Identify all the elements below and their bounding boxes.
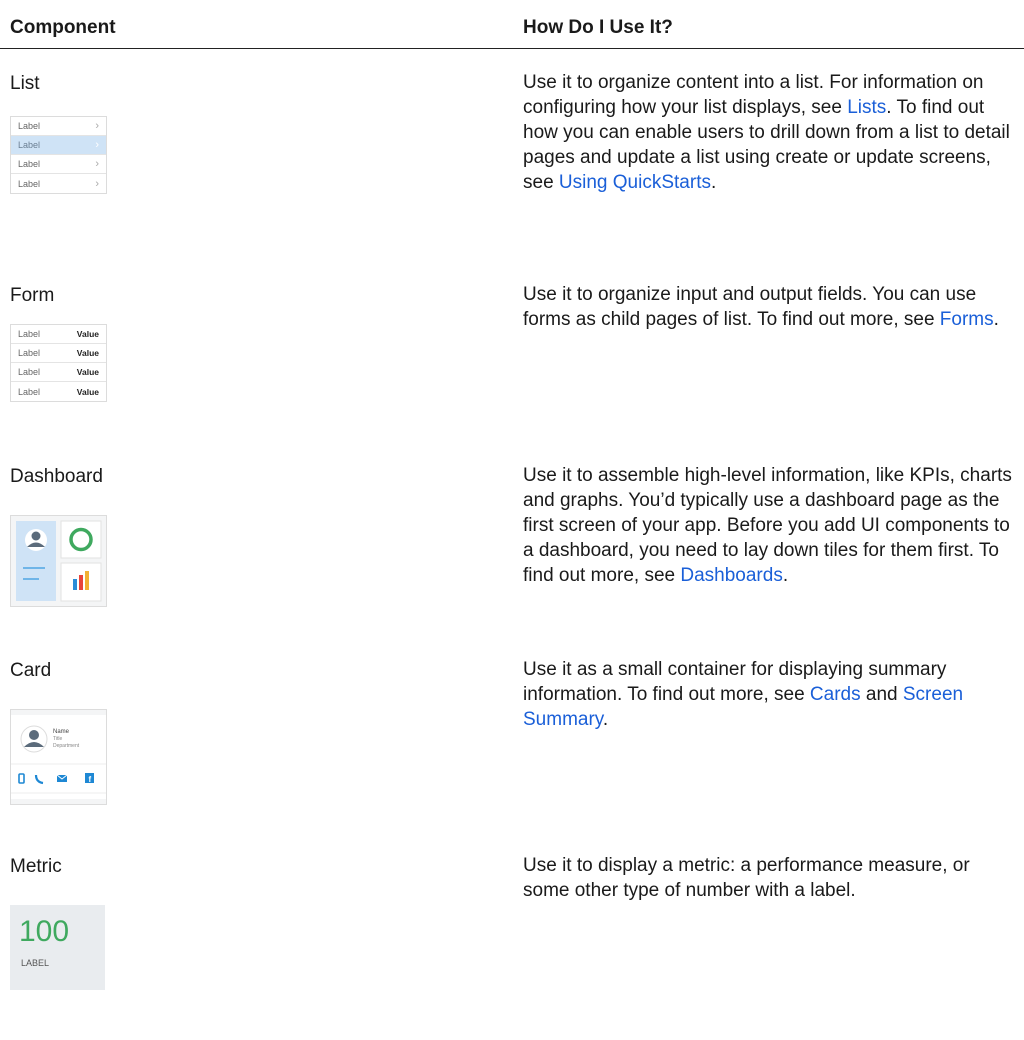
column-header-component: Component — [10, 17, 116, 38]
chevron-right-icon: › — [95, 120, 99, 132]
form-field: Label Value — [11, 325, 106, 344]
component-name: Card — [10, 660, 52, 681]
chevron-right-icon: › — [95, 139, 99, 151]
form-field: Label Value — [11, 363, 106, 382]
component-description: Use it to organize content into a list. … — [523, 70, 1018, 195]
doc-link[interactable]: Using QuickStarts — [559, 172, 711, 193]
list-item: Label › — [18, 177, 99, 190]
doc-link[interactable]: Lists — [847, 97, 886, 118]
list-item: Label › — [11, 155, 106, 174]
description-text: . — [602, 709, 609, 730]
card-title: Title — [53, 736, 62, 742]
list-item: Label › — [11, 117, 106, 136]
list-thumbnail: Label › Label › Label › Label › — [10, 116, 107, 194]
card-name: Name — [53, 729, 70, 735]
doc-link[interactable]: Cards — [810, 684, 861, 705]
chevron-right-icon: › — [95, 158, 99, 170]
list-item: Label › — [11, 136, 106, 155]
description-text: Use it to organize input and output fiel… — [523, 284, 977, 330]
description-text: Use it to display a metric: a performanc… — [523, 855, 970, 901]
description-text: . — [710, 172, 717, 193]
component-description: Use it as a small container for displayi… — [523, 657, 1018, 732]
component-description: Use it to display a metric: a performanc… — [523, 853, 1018, 903]
component-name: Metric — [10, 856, 62, 877]
component-name: Form — [10, 285, 55, 306]
form-field: Label Value — [18, 386, 99, 397]
description-text: and — [860, 684, 903, 705]
card-department: Department — [53, 743, 80, 749]
column-header-usage: How Do I Use It? — [523, 17, 673, 38]
metric-thumbnail: 100 LABEL — [10, 905, 105, 990]
svg-text:f: f — [89, 775, 92, 784]
component-description: Use it to organize input and output fiel… — [523, 282, 1018, 332]
description-text: . — [782, 565, 789, 586]
form-field: Label Value — [11, 344, 106, 363]
component-name: Dashboard — [10, 466, 103, 487]
doc-link[interactable]: Forms — [940, 309, 994, 330]
description-text: . — [993, 309, 999, 330]
form-thumbnail: Label Value Label Value Label Value Label Va… — [10, 324, 107, 402]
dashboard-thumbnail — [10, 515, 107, 612]
metric-value: 100 — [19, 915, 70, 948]
component-name: List — [10, 73, 40, 94]
chevron-right-icon: › — [95, 177, 99, 190]
component-description: Use it to assemble high-level informatio… — [523, 463, 1018, 588]
table-header: Component How Do I Use It? — [0, 0, 1024, 49]
metric-label: LABEL — [21, 958, 50, 968]
card-thumbnail: Name Title Department f — [10, 709, 107, 810]
doc-link[interactable]: Dashboards — [680, 565, 782, 586]
